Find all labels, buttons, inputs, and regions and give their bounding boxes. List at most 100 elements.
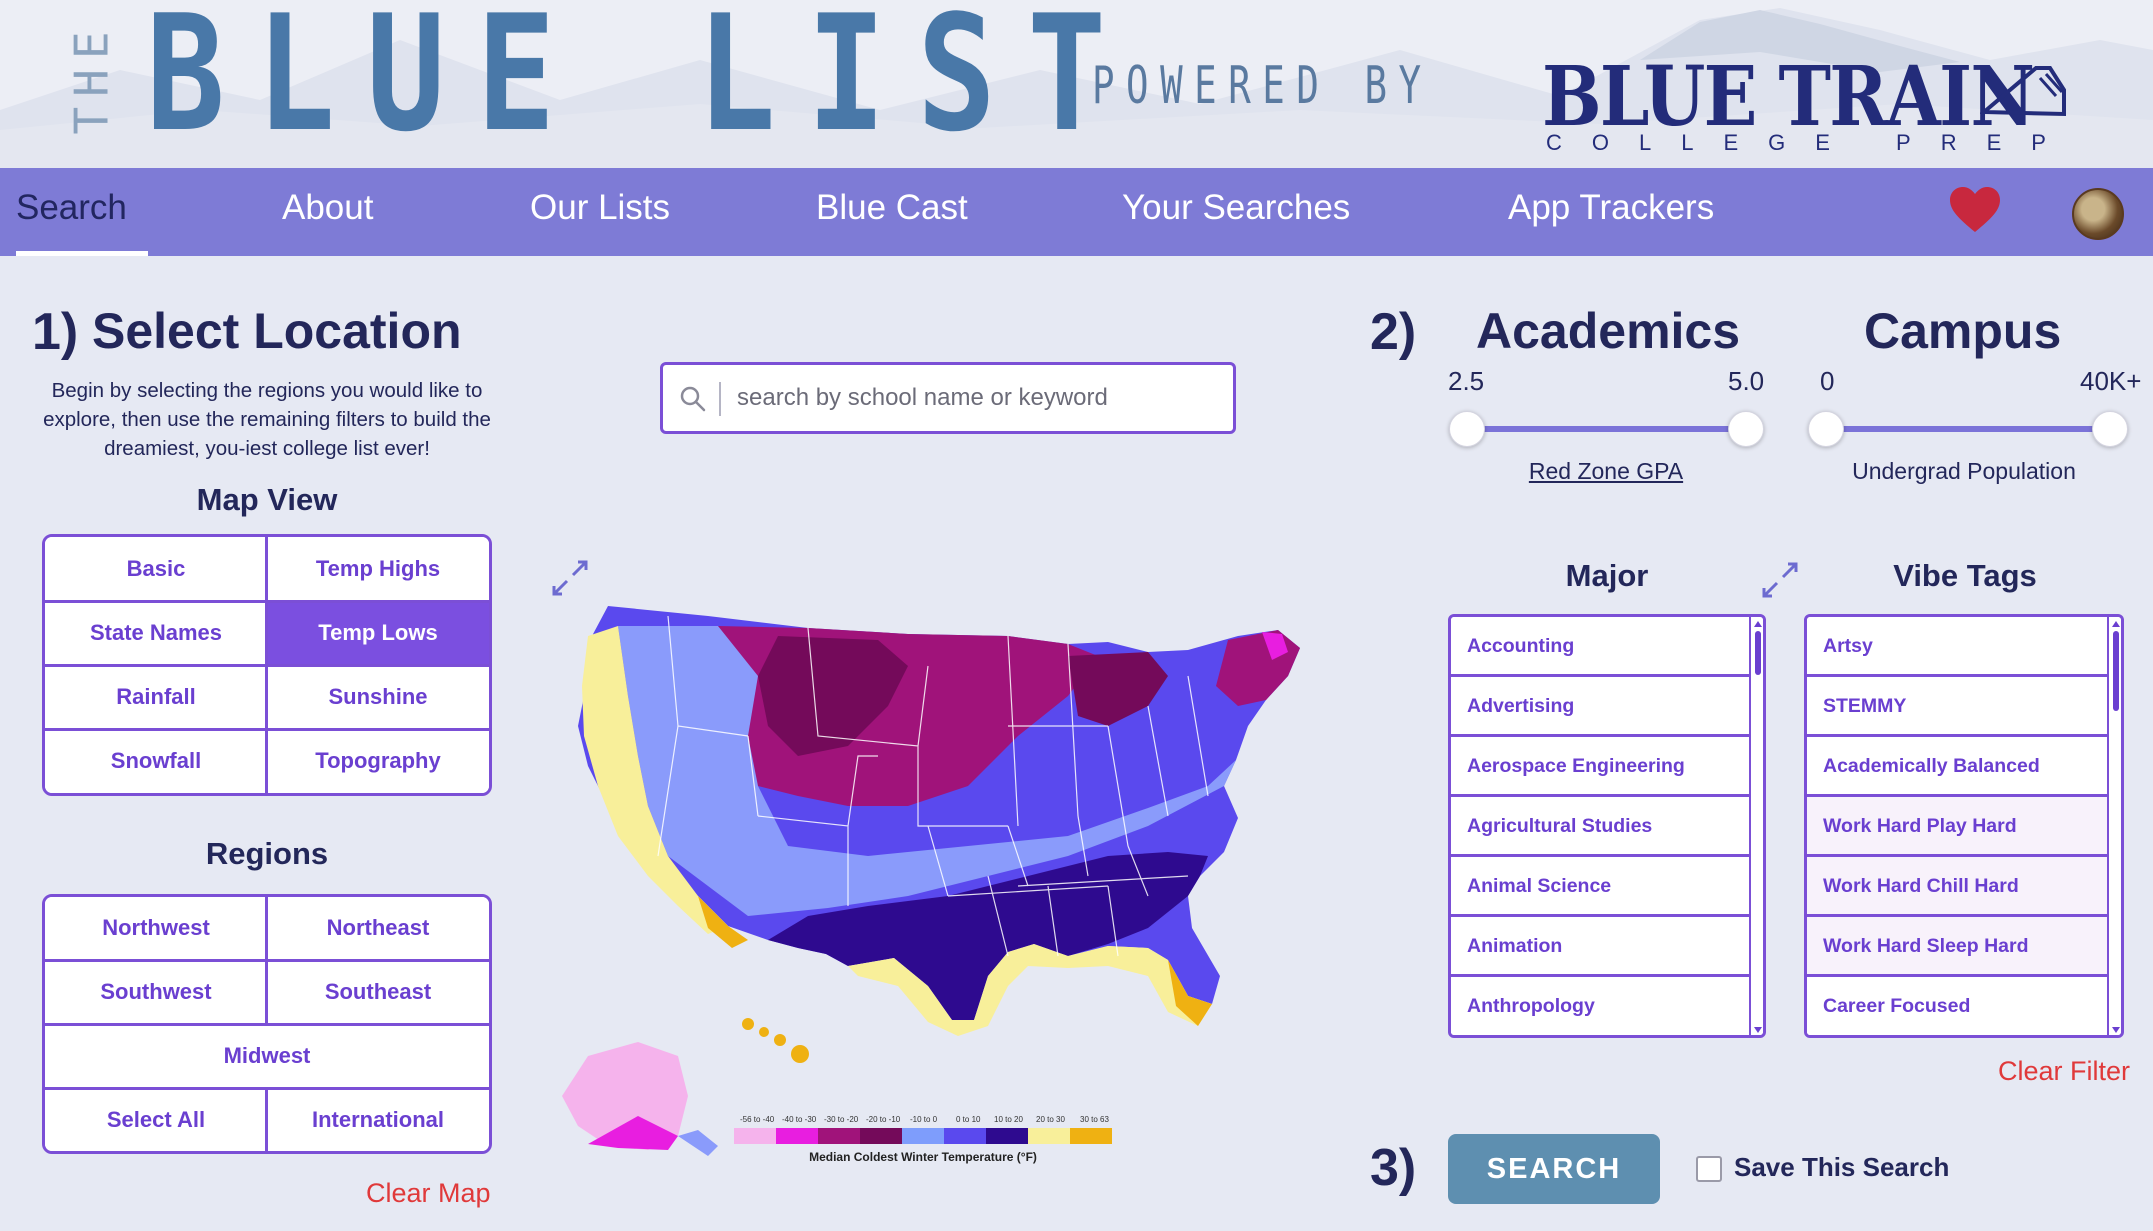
legend-label: -20 to -10 (866, 1115, 901, 1124)
nav-app-trackers[interactable]: App Trackers (1508, 168, 1714, 256)
nav-your-searches[interactable]: Your Searches (1122, 168, 1350, 256)
us-temperature-map[interactable]: -56 to -40 -40 to -30 -30 to -20 -20 to … (548, 556, 1328, 1164)
map-view-sunshine[interactable]: Sunshine (267, 665, 489, 729)
major-item[interactable]: Animation (1451, 917, 1751, 977)
scroll-down-arrow[interactable] (1754, 1027, 1762, 1033)
step-2-number: 2) (1370, 303, 1417, 361)
population-slider-min-handle[interactable] (1808, 411, 1844, 447)
major-item[interactable]: Animal Science (1451, 857, 1751, 917)
major-scrollbar[interactable] (1749, 617, 1763, 1035)
vibe-scroll-thumb[interactable] (2113, 631, 2119, 711)
major-item[interactable]: Aerospace Engineering (1451, 737, 1751, 797)
scroll-up-arrow[interactable] (2112, 621, 2120, 627)
clear-map-link[interactable]: Clear Map (366, 1178, 491, 1209)
region-midwest[interactable]: Midwest (45, 1025, 489, 1087)
user-avatar[interactable] (2072, 188, 2124, 240)
legend-label: -56 to -40 (740, 1115, 775, 1124)
vibe-tag-item[interactable]: Work Hard Sleep Hard (1807, 917, 2109, 977)
region-international[interactable]: International (267, 1089, 489, 1151)
legend-swatch (986, 1128, 1028, 1144)
save-search-checkbox[interactable] (1696, 1156, 1722, 1182)
gpa-slider-max-handle[interactable] (1728, 411, 1764, 447)
map-view-rainfall[interactable]: Rainfall (45, 665, 267, 729)
legend-label: 30 to 63 (1080, 1115, 1109, 1124)
grid-divider (45, 1023, 489, 1026)
legend-swatch (734, 1128, 776, 1144)
expand-filters-icon[interactable] (1760, 560, 1800, 600)
region-northwest[interactable]: Northwest (45, 897, 267, 959)
population-max-value: 40K+ (2080, 366, 2142, 396)
search-button[interactable]: SEARCH (1448, 1134, 1660, 1204)
school-search-box (660, 362, 1236, 434)
map-view-basic[interactable]: Basic (45, 537, 267, 601)
vibe-tag-item[interactable]: Academically Balanced (1807, 737, 2109, 797)
major-scroll-thumb[interactable] (1755, 631, 1761, 675)
legend-label: 10 to 20 (994, 1115, 1023, 1124)
search-input[interactable] (737, 375, 1217, 421)
regions-grid: Northwest Northeast Southwest Southeast … (42, 894, 492, 1154)
region-southwest[interactable]: Southwest (45, 961, 267, 1023)
major-item[interactable]: Agricultural Studies (1451, 797, 1751, 857)
red-zone-gpa-link[interactable]: Red Zone GPA (1498, 458, 1714, 485)
map-view-grid: Basic Temp Highs State Names Temp Lows R… (42, 534, 492, 796)
grid-divider (265, 1087, 268, 1151)
vibe-tag-item[interactable]: STEMMY (1807, 677, 2109, 737)
map-view-snowfall[interactable]: Snowfall (45, 729, 267, 793)
clear-filter-link[interactable]: Clear Filter (1998, 1056, 2130, 1087)
save-search-label[interactable]: Save This Search (1734, 1152, 1949, 1183)
map-view-topography[interactable]: Topography (267, 729, 489, 793)
train-icon (1980, 66, 2066, 117)
grid-divider (45, 600, 489, 603)
step-1-number: 1) (32, 303, 79, 361)
map-view-temp-highs[interactable]: Temp Highs (267, 537, 489, 601)
region-select-all[interactable]: Select All (45, 1089, 267, 1151)
search-icon (680, 386, 706, 412)
vibe-tags-list: Artsy STEMMY Academically Balanced Work … (1804, 614, 2124, 1038)
legend-swatch (1070, 1128, 1112, 1144)
legend-swatch (860, 1128, 902, 1144)
header-banner: THE BLUE LIST POWERED BY BLUE TRAIN COLL… (0, 0, 2153, 168)
legend-swatch (1028, 1128, 1070, 1144)
nav-blue-cast[interactable]: Blue Cast (816, 168, 968, 256)
nav-search[interactable]: Search (16, 168, 148, 256)
vibe-tag-item[interactable]: Work Hard Chill Hard (1807, 857, 2109, 917)
region-northeast[interactable]: Northeast (267, 897, 489, 959)
nav-about[interactable]: About (282, 168, 373, 256)
legend-label: 0 to 10 (956, 1115, 981, 1124)
vibe-scrollbar[interactable] (2107, 617, 2121, 1035)
map-view-temp-lows[interactable]: Temp Lows (267, 601, 489, 665)
nav-our-lists[interactable]: Our Lists (530, 168, 670, 256)
region-southeast[interactable]: Southeast (267, 961, 489, 1023)
gpa-slider-track[interactable] (1466, 426, 1746, 432)
major-item[interactable]: Accounting (1451, 617, 1751, 677)
major-item[interactable]: Anthropology (1451, 977, 1751, 1035)
major-list: Accounting Advertising Aerospace Enginee… (1448, 614, 1766, 1038)
vibe-tag-item[interactable]: Work Hard Play Hard (1807, 797, 2109, 857)
vibe-tag-item[interactable]: Career Focused (1807, 977, 2109, 1035)
gpa-slider-min-handle[interactable] (1449, 411, 1485, 447)
scroll-up-arrow[interactable] (1754, 621, 1762, 627)
population-slider-track[interactable] (1826, 426, 2112, 432)
legend-swatch (902, 1128, 944, 1144)
major-item[interactable]: Advertising (1451, 677, 1751, 737)
population-slider-max-handle[interactable] (2092, 411, 2128, 447)
scroll-down-arrow[interactable] (2112, 1027, 2120, 1033)
partner-subtitle: COLLEGE PREP (1546, 130, 2076, 155)
nav-active-indicator (16, 251, 148, 256)
legend-swatch (776, 1128, 818, 1144)
vibe-tag-item[interactable]: Artsy (1807, 617, 2109, 677)
legend-swatch (944, 1128, 986, 1144)
map-legend: -56 to -40 -40 to -30 -30 to -20 -20 to … (734, 1115, 1112, 1144)
regions-title: Regions (205, 836, 329, 871)
search-divider (719, 382, 721, 416)
grid-divider (45, 664, 489, 667)
heart-icon[interactable] (1948, 186, 2002, 234)
map-view-state-names[interactable]: State Names (45, 601, 267, 665)
vibe-tags-title: Vibe Tags (1893, 558, 2037, 593)
partner-logo: BLUE TRAIN (1542, 49, 2035, 145)
academics-title: Academics (1476, 303, 1741, 359)
gpa-max-value: 5.0 (1728, 366, 1765, 396)
legend-swatch (818, 1128, 860, 1144)
gpa-min-value: 2.5 (1448, 366, 1485, 396)
legend-label: -30 to -20 (824, 1115, 859, 1124)
